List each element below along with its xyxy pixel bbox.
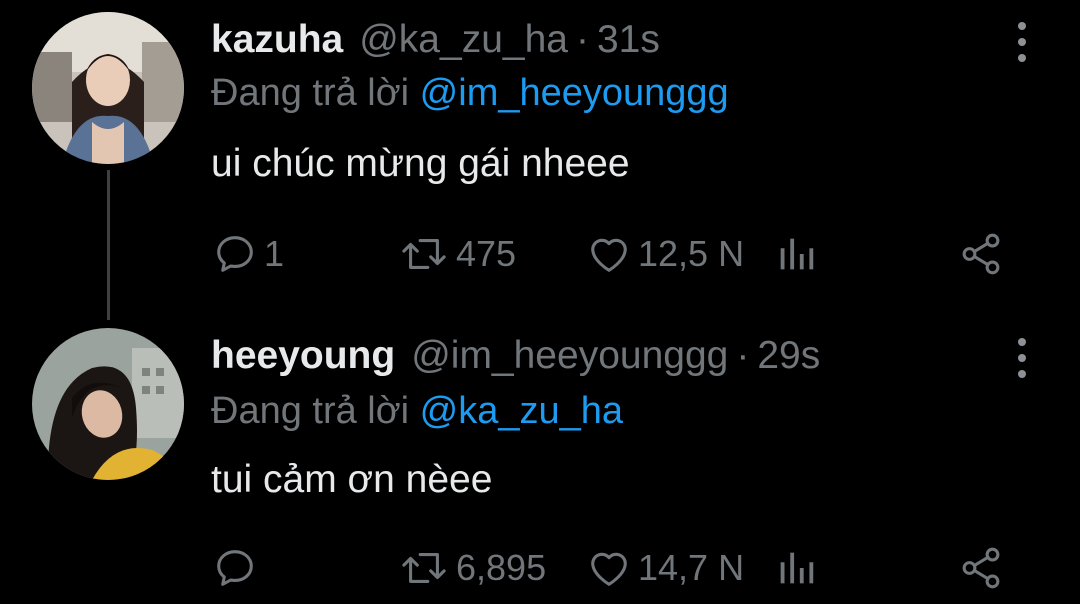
- vertical-ellipsis-icon: [1018, 338, 1026, 346]
- more-options-button[interactable]: [1010, 338, 1034, 378]
- separator-dot: ·: [736, 334, 750, 377]
- tweet-actions-bar: 1 475 12,5 N: [0, 226, 1080, 282]
- avatar[interactable]: [32, 12, 184, 164]
- timestamp[interactable]: 31s: [597, 18, 660, 62]
- like-button[interactable]: 12,5 N: [586, 226, 744, 282]
- retweet-count: 475: [456, 233, 517, 274]
- speech-bubble-icon: [217, 236, 253, 272]
- views-button[interactable]: [776, 540, 816, 596]
- avatar-photo-kazuha: [32, 12, 184, 164]
- share-button[interactable]: [958, 226, 1004, 282]
- vertical-ellipsis-icon: [1018, 22, 1026, 30]
- tweet-text: ui chúc mừng gái nheee: [211, 142, 630, 185]
- reply-target-link[interactable]: @ka_zu_ha: [420, 390, 623, 432]
- tweet-item[interactable]: heeyoung @im_heeyounggg · 29s Đang trả l…: [0, 318, 1080, 604]
- more-options-button[interactable]: [1010, 22, 1034, 62]
- retweet-button[interactable]: 475: [398, 226, 516, 282]
- replying-to-line: Đang trả lời @im_heeyounggg: [211, 72, 729, 115]
- avatar-photo-heeyoung: [32, 328, 184, 480]
- user-handle[interactable]: @ka_zu_ha: [359, 18, 568, 62]
- replying-to-line: Đang trả lời @ka_zu_ha: [211, 390, 623, 433]
- heart-icon: [591, 552, 627, 586]
- like-count: 12,5 N: [638, 233, 745, 274]
- speech-bubble-icon: [217, 550, 253, 586]
- reply-button[interactable]: [212, 540, 264, 596]
- share-nodes-icon: [962, 547, 1000, 589]
- tweet-text: tui cảm ơn nèee: [211, 458, 493, 501]
- separator-dot: ·: [575, 18, 589, 61]
- tweet-actions-bar: 6,895 14,7 N: [0, 540, 1080, 596]
- reply-count: 1: [264, 233, 285, 274]
- replying-to-label: Đang trả lời: [211, 390, 410, 432]
- share-button[interactable]: [958, 540, 1004, 596]
- reply-button[interactable]: 1: [212, 226, 284, 282]
- retweet-count: 6,895: [456, 547, 547, 588]
- bar-chart-icon: [780, 238, 814, 270]
- tweet-item[interactable]: kazuha @ka_zu_ha · 31s Đang trả lời @im_…: [0, 0, 1080, 300]
- retweet-arrows-icon: [402, 239, 446, 269]
- bar-chart-icon: [780, 552, 814, 584]
- tweet-header: heeyoung @im_heeyounggg · 29s: [211, 334, 820, 378]
- replying-to-label: Đang trả lời: [211, 72, 410, 114]
- share-nodes-icon: [962, 233, 1000, 275]
- heart-icon: [591, 238, 627, 272]
- user-handle[interactable]: @im_heeyounggg: [411, 334, 728, 378]
- tweet-header: kazuha @ka_zu_ha · 31s: [211, 18, 660, 62]
- avatar[interactable]: [32, 328, 184, 480]
- retweet-arrows-icon: [402, 553, 446, 583]
- reply-target-link[interactable]: @im_heeyounggg: [420, 72, 729, 114]
- like-count: 14,7 N: [638, 547, 745, 588]
- views-button[interactable]: [776, 226, 816, 282]
- timestamp[interactable]: 29s: [757, 334, 820, 378]
- display-name[interactable]: kazuha: [211, 18, 343, 62]
- like-button[interactable]: 14,7 N: [586, 540, 744, 596]
- retweet-button[interactable]: 6,895: [398, 540, 546, 596]
- display-name[interactable]: heeyoung: [211, 334, 395, 378]
